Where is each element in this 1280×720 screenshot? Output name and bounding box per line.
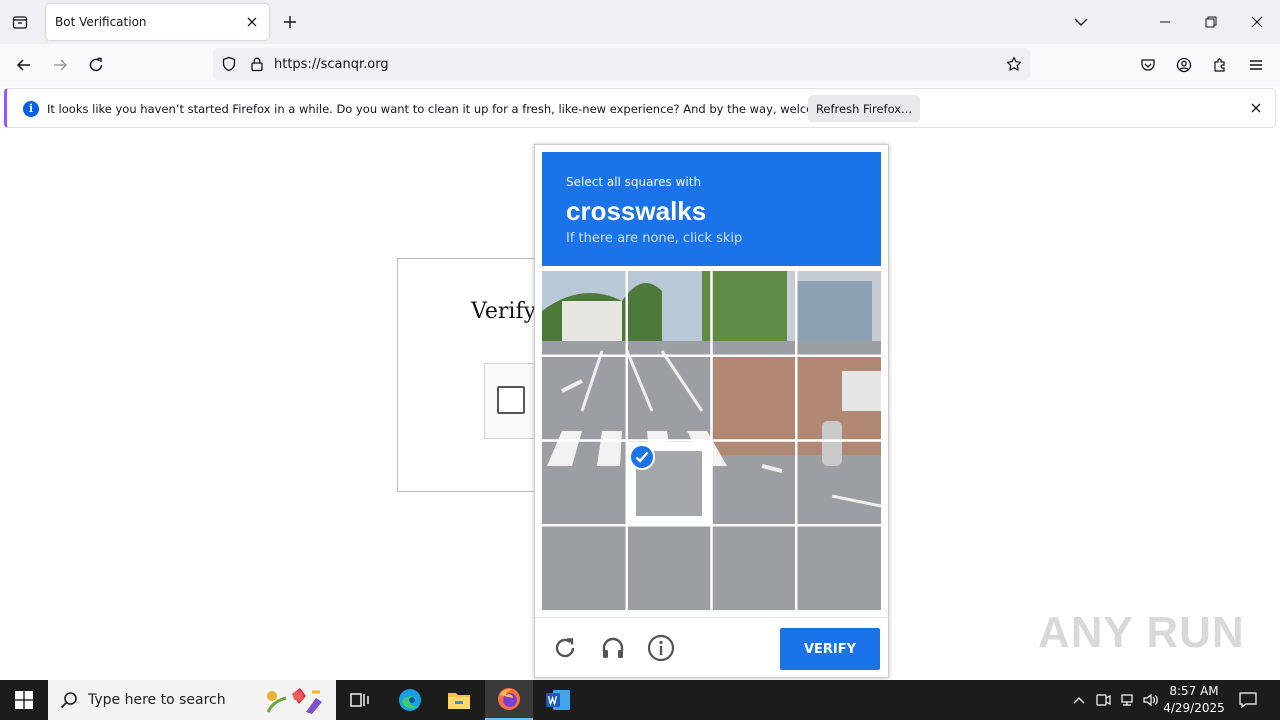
word-icon[interactable] [534,680,582,720]
edge-browser-icon[interactable] [386,680,434,720]
firefox-view-icon[interactable] [8,10,32,34]
refresh-firefox-button[interactable]: Refresh Firefox... [808,95,920,122]
tab-title: Bot Verification [55,15,147,29]
lock-icon[interactable] [248,55,266,73]
task-view-icon[interactable] [336,680,384,720]
captcha-tile[interactable] [798,527,881,610]
url-bar[interactable]: https://scanqr.org [213,48,1030,80]
notification-message: It looks like you haven’t started Firefo… [47,102,868,116]
forward-icon[interactable] [48,53,72,77]
account-icon[interactable] [1172,53,1196,77]
reload-challenge-icon[interactable] [551,634,579,662]
close-window-icon[interactable] [1234,0,1280,44]
list-all-tabs-icon[interactable] [1070,12,1092,32]
captcha-header: Select all squares with crosswalks If th… [542,152,881,266]
captcha-tile[interactable] [713,271,796,354]
captcha-tile[interactable] [542,356,625,439]
captcha-tile[interactable] [627,441,711,525]
audio-challenge-headphones-icon[interactable] [599,634,627,662]
search-placeholder: Type here to search [88,692,226,708]
back-icon[interactable] [12,53,36,77]
captcha-tile[interactable] [627,271,710,354]
show-hidden-icons-chevron-icon[interactable] [1068,680,1090,720]
captcha-tile[interactable] [713,356,796,439]
clock-time: 8:57 AM [1169,684,1219,698]
captcha-tile[interactable] [713,442,796,525]
verify-checkbox[interactable] [497,386,525,414]
captcha-instruction: Select all squares with [566,175,702,189]
captcha-tile[interactable] [542,527,625,610]
captcha-tile[interactable] [798,442,881,525]
captcha-tile[interactable] [542,271,625,354]
anyrun-watermark: ANY RUN [1038,608,1245,657]
tab-bar: Bot Verification [0,0,1280,44]
info-help-icon[interactable] [647,634,675,662]
clock-date: 4/29/2025 [1163,701,1225,715]
captcha-verify-button[interactable]: VERIFY [780,628,880,670]
volume-icon[interactable] [1140,680,1162,720]
captcha-footer: VERIFY [535,617,890,679]
file-explorer-icon[interactable] [435,680,483,720]
start-windows-icon[interactable] [0,680,48,720]
bookmark-star-icon[interactable] [1005,55,1023,73]
network-icon[interactable] [1116,680,1138,720]
taskbar-search-box[interactable]: Type here to search [48,680,336,720]
captcha-tile[interactable] [798,356,881,439]
search-highlight-icon [262,684,328,719]
close-notification-icon[interactable] [1249,101,1263,115]
captcha-tile[interactable] [627,527,710,610]
restore-icon[interactable] [1188,0,1234,44]
captcha-challenge: Select all squares with crosswalks If th… [534,144,890,679]
close-tab-icon[interactable] [243,13,261,31]
captcha-target: crosswalks [566,196,707,226]
checkmark-icon [629,443,656,470]
extensions-icon[interactable] [1208,53,1232,77]
captcha-tile[interactable] [542,442,625,525]
captcha-image-grid [542,271,881,610]
tab-bot-verification[interactable]: Bot Verification [46,4,269,40]
captcha-tile[interactable] [798,271,881,354]
meet-now-icon[interactable] [1092,680,1114,720]
captcha-tile[interactable] [627,356,710,439]
captcha-tile[interactable] [713,527,796,610]
windows-taskbar: Type here to search 8:57 AM 4/29/2025 [0,680,1280,720]
info-icon: i [23,101,39,117]
menu-hamburger-icon[interactable] [1244,53,1268,77]
tracking-protection-shield-icon[interactable] [220,55,238,73]
navigation-toolbar: https://scanqr.org [0,44,1280,86]
notifications-icon[interactable] [1232,680,1264,720]
taskbar-clock[interactable]: 8:57 AM 4/29/2025 [1160,683,1228,717]
minimize-icon[interactable] [1142,0,1188,44]
reload-icon[interactable] [84,53,108,77]
url-text: https://scanqr.org [274,57,389,72]
verification-title: Verifyi [471,299,544,324]
pocket-icon[interactable] [1136,53,1160,77]
refresh-firefox-notification: i It looks like you haven’t started Fire… [4,88,1276,128]
search-icon [60,691,78,712]
new-tab-icon[interactable] [280,12,300,32]
captcha-hint: If there are none, click skip [566,231,743,246]
firefox-taskbar-icon[interactable] [485,680,533,720]
